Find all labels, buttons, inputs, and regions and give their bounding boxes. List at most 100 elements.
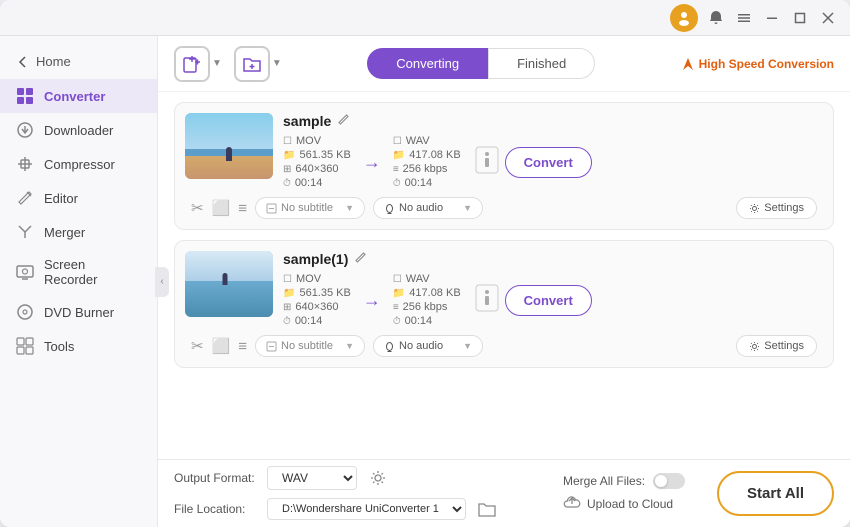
- bottom-center: Merge All Files: Upload to Cloud: [547, 473, 701, 515]
- settings-button[interactable]: Settings: [736, 335, 817, 357]
- sidebar-item-screen-recorder[interactable]: Screen Recorder: [0, 249, 157, 295]
- add-file-dropdown-arrow[interactable]: ▼: [212, 58, 222, 69]
- source-meta: ☐ MOV 📁 561.35 KB ⊞ 640: [283, 135, 351, 189]
- sidebar-item-tools[interactable]: Tools: [0, 329, 157, 363]
- file-list: sample ☐ MOV: [158, 92, 850, 459]
- effects-icon[interactable]: ≡: [238, 200, 247, 217]
- bottom-bar: Output Format: WAV File Location: D:\Won…: [158, 459, 850, 527]
- crop-icon[interactable]: ⬜: [212, 337, 231, 355]
- settings-label: Settings: [764, 202, 804, 214]
- title-bar-controls: [670, 4, 838, 32]
- target-dur-item: ⏱ 00:14: [393, 177, 461, 189]
- menu-icon[interactable]: [734, 8, 754, 28]
- source-size-item: 📁 561.35 KB: [283, 149, 351, 161]
- sidebar-item-merger[interactable]: Merger: [0, 215, 157, 249]
- sidebar-item-label: Downloader: [44, 123, 113, 138]
- sidebar-collapse-tab[interactable]: ‹: [155, 267, 169, 297]
- file-card: sample ☐ MOV: [174, 102, 834, 230]
- add-folder-dropdown-arrow[interactable]: ▼: [272, 58, 282, 69]
- source-dur-item: ⏱ 00:14: [283, 315, 351, 327]
- source-res-item: ⊞ 640×360: [283, 163, 351, 175]
- high-speed-badge: High Speed Conversion: [681, 57, 834, 71]
- start-all-button[interactable]: Start All: [717, 471, 834, 516]
- sidebar: Home Converter Downloader Compressor: [0, 36, 158, 527]
- edit-filename-icon[interactable]: [337, 113, 350, 129]
- file-thumbnail: [185, 251, 273, 317]
- add-file-group: ▼: [174, 46, 222, 82]
- audio-label: No audio: [399, 202, 443, 214]
- cut-icon[interactable]: ✂: [191, 199, 204, 217]
- file-meta-row: ☐ MOV 📁 561.35 KB ⊞ 640: [283, 135, 823, 189]
- tab-group: Converting Finished: [294, 48, 669, 79]
- user-avatar[interactable]: [670, 4, 698, 32]
- add-file-button[interactable]: [174, 46, 210, 82]
- conversion-arrow-icon: →: [357, 290, 387, 311]
- source-meta: ☐ MOV 📁 561.35 KB ⊞ 640: [283, 273, 351, 327]
- target-size-item: 📁 417.08 KB: [393, 149, 461, 161]
- output-format-settings-icon[interactable]: [365, 465, 391, 491]
- sidebar-item-label: Editor: [44, 191, 78, 206]
- sidebar-item-editor[interactable]: Editor: [0, 181, 157, 215]
- conversion-arrow-icon: →: [357, 152, 387, 173]
- output-format-row: Output Format: WAV: [174, 465, 531, 491]
- target-bitrate-item: ≡ 256 kbps: [393, 301, 461, 313]
- edit-filename-icon[interactable]: [354, 251, 367, 267]
- source-format-item: ☐ MOV: [283, 135, 351, 147]
- file-card: sample(1) ☐ MOV: [174, 240, 834, 368]
- target-size: 417.08 KB: [409, 149, 460, 161]
- add-folder-button[interactable]: [234, 46, 270, 82]
- file-name: sample(1): [283, 251, 348, 267]
- tab-finished[interactable]: Finished: [488, 48, 595, 79]
- settings-label: Settings: [764, 340, 804, 352]
- cut-icon[interactable]: ✂: [191, 337, 204, 355]
- output-format-label: Output Format:: [174, 471, 259, 485]
- target-bitrate-item: ≡ 256 kbps: [393, 163, 461, 175]
- convert-button[interactable]: Convert: [505, 285, 592, 316]
- target-bitrate: 256 kbps: [403, 163, 448, 175]
- file-card-bottom: ✂ ⬜ ≡ No subtitle ▼ No audio ▼: [185, 197, 823, 219]
- convert-button[interactable]: Convert: [505, 147, 592, 178]
- top-bar: ▼ ▼ Converting Finished: [158, 36, 850, 92]
- sidebar-item-downloader[interactable]: Downloader: [0, 113, 157, 147]
- file-info: sample(1) ☐ MOV: [283, 251, 823, 327]
- merge-label: Merge All Files:: [563, 474, 645, 488]
- bottom-left: Output Format: WAV File Location: D:\Won…: [174, 465, 531, 522]
- crop-icon[interactable]: ⬜: [212, 199, 231, 217]
- file-location-select[interactable]: D:\Wondershare UniConverter 1: [267, 498, 466, 520]
- source-res-item: ⊞ 640×360: [283, 301, 351, 313]
- sidebar-item-label: Merger: [44, 225, 85, 240]
- merge-toggle[interactable]: [653, 473, 685, 489]
- minimize-button[interactable]: [762, 8, 782, 28]
- notification-icon[interactable]: [706, 8, 726, 28]
- file-location-label: File Location:: [174, 502, 259, 516]
- target-duration: 00:14: [405, 177, 433, 189]
- audio-select[interactable]: No audio ▼: [373, 335, 483, 357]
- app-window: Home Converter Downloader Compressor: [0, 0, 850, 527]
- settings-button[interactable]: Settings: [736, 197, 817, 219]
- effects-icon[interactable]: ≡: [238, 338, 247, 355]
- subtitle-select[interactable]: No subtitle ▼: [255, 197, 365, 219]
- sidebar-back-button[interactable]: Home: [0, 48, 157, 79]
- title-bar: [0, 0, 850, 36]
- target-dur-item: ⏱ 00:14: [393, 315, 461, 327]
- close-button[interactable]: [818, 8, 838, 28]
- source-res: 640×360: [295, 301, 338, 313]
- sidebar-item-compressor[interactable]: Compressor: [0, 147, 157, 181]
- sidebar-item-label: Converter: [44, 89, 105, 104]
- upload-cloud-row[interactable]: Upload to Cloud: [563, 494, 685, 515]
- subtitle-select[interactable]: No subtitle ▼: [255, 335, 365, 357]
- maximize-button[interactable]: [790, 8, 810, 28]
- speed-badge-label: High Speed Conversion: [699, 57, 834, 71]
- sidebar-back-label: Home: [36, 54, 71, 69]
- source-format-item: ☐ MOV: [283, 273, 351, 285]
- tab-converting[interactable]: Converting: [367, 48, 488, 79]
- output-format-select[interactable]: WAV: [267, 466, 357, 490]
- sidebar-item-dvd-burner[interactable]: DVD Burner: [0, 295, 157, 329]
- subtitle-label: No subtitle: [281, 340, 333, 352]
- audio-select[interactable]: No audio ▼: [373, 197, 483, 219]
- browse-folder-icon[interactable]: [474, 496, 500, 522]
- add-folder-group: ▼: [234, 46, 282, 82]
- sidebar-item-converter[interactable]: Converter: [0, 79, 157, 113]
- source-size: 561.35 KB: [299, 287, 350, 299]
- file-card-top: sample(1) ☐ MOV: [185, 251, 823, 327]
